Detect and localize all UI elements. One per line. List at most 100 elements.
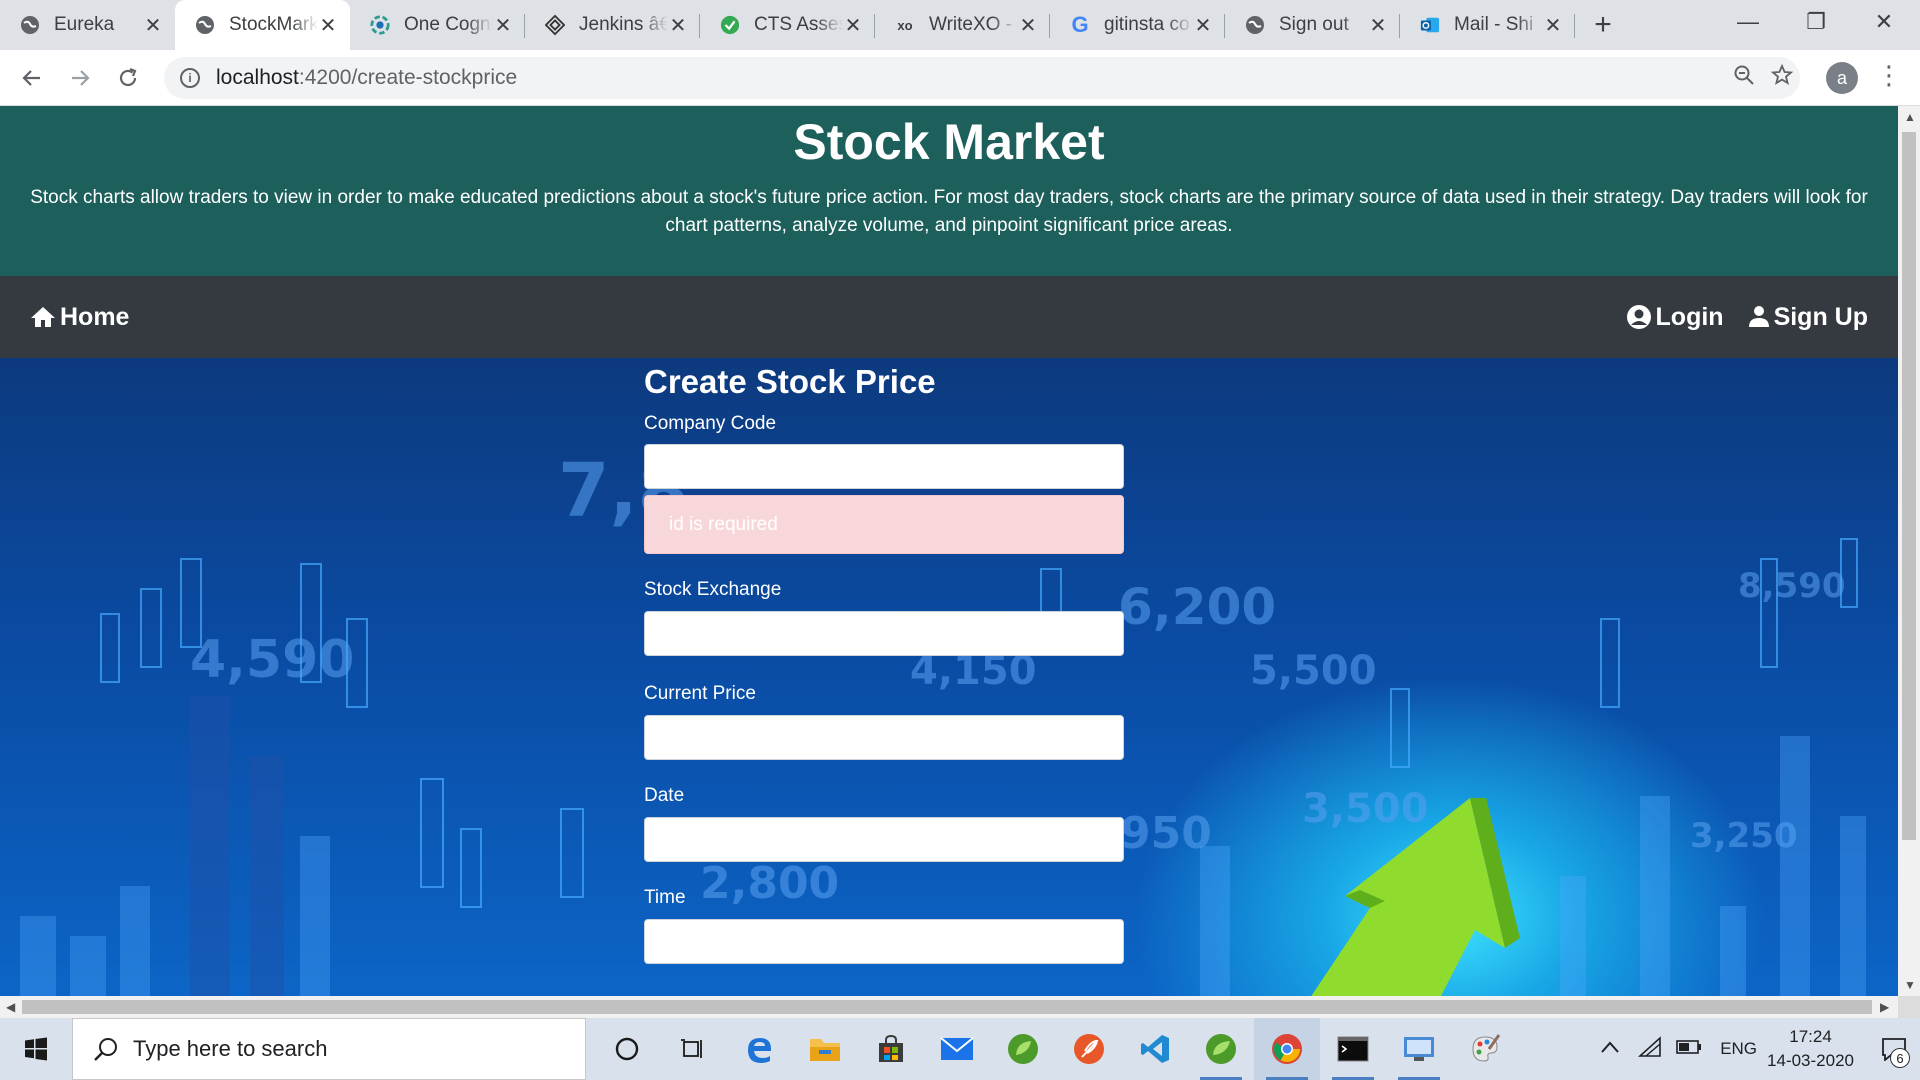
horizontal-scrollbar[interactable]: ◀ ▶ [0,996,1898,1018]
background-number: 5,500 [1250,648,1377,694]
xo-icon: xo [897,17,913,33]
address-bar[interactable]: i localhost:4200/create-stockprice [164,57,1800,99]
close-icon[interactable]: ✕ [143,13,163,38]
taskbar-search-box[interactable]: Type here to search [72,1018,586,1080]
close-icon[interactable]: ✕ [1543,13,1563,38]
tab-jenkins[interactable]: Jenkins â€ ✕ [525,0,700,50]
menu-dots-icon[interactable]: ⋮ [1876,60,1902,91]
cortana-icon[interactable] [594,1018,660,1080]
vscode-icon[interactable] [1122,1018,1188,1080]
close-icon[interactable]: ✕ [318,13,338,38]
check-icon [720,15,740,35]
minimize-button[interactable]: — [1714,0,1782,44]
info-icon[interactable]: i [180,68,200,88]
chrome-icon[interactable] [1254,1018,1320,1080]
window-close-button[interactable]: ✕ [1850,0,1918,44]
date-input[interactable] [644,817,1124,862]
nav-signup-label: Sign Up [1773,302,1868,331]
green-up-arrow-graphic [1311,798,1520,996]
tab-gitinsta[interactable]: G gitinsta co ✕ [1050,0,1225,50]
nav-signup-link[interactable]: Sign Up [1748,303,1868,332]
bookmark-star-icon[interactable] [1770,63,1794,94]
terminal-icon[interactable] [1320,1018,1386,1080]
close-icon[interactable]: ✕ [843,13,863,38]
jenkins-icon [545,14,565,36]
mail-icon[interactable] [924,1018,990,1080]
clock-time: 17:24 [1789,1027,1832,1046]
zoom-icon[interactable] [1732,63,1756,94]
wifi-icon[interactable] [1638,1035,1662,1063]
search-placeholder: Type here to search [133,1036,328,1061]
scroll-right-icon[interactable]: ▶ [1880,1000,1889,1014]
page-header: Stock Market Stock charts allow traders … [0,106,1898,276]
browser-toolbar: i localhost:4200/create-stockprice a ⋮ [0,50,1920,106]
horizontal-scroll-thumb[interactable] [22,1000,1872,1014]
spring-tool-icon[interactable] [990,1018,1056,1080]
spring-boot-icon[interactable] [1188,1018,1254,1080]
background-number: 8,590 [1738,566,1846,606]
task-view-icon[interactable] [660,1018,726,1080]
background-number: 4,590 [190,630,355,690]
tab-one-cognizant[interactable]: One Cognizant ✕ [350,0,525,50]
close-icon[interactable]: ✕ [493,13,513,38]
file-explorer-icon[interactable] [792,1018,858,1080]
chevron-up-icon[interactable] [1600,1039,1620,1059]
close-icon[interactable]: ✕ [1193,13,1213,38]
new-tab-button[interactable]: + [1583,0,1623,50]
vertical-scroll-thumb[interactable] [1902,132,1916,840]
tab-sign-out[interactable]: Sign out ✕ [1225,0,1400,50]
tab-stockmarket[interactable]: StockMarket ✕ [175,0,350,50]
account-circle-icon [1626,305,1651,329]
current-price-input[interactable] [644,715,1124,760]
windows-taskbar: Type here to search ENG 17:24 14-03-2020… [0,1018,1920,1080]
nav-home-link[interactable]: Home [30,303,129,332]
page-description: Stock charts allow traders to view in or… [30,187,1868,236]
tab-cts-assessment[interactable]: CTS Assessment ✕ [700,0,875,50]
background-number: 950 [1120,808,1212,859]
nav-login-label: Login [1655,302,1724,331]
edge-icon[interactable] [726,1018,792,1080]
scroll-left-icon[interactable]: ◀ [6,1000,15,1014]
battery-icon[interactable] [1676,1039,1702,1060]
company-code-input[interactable] [644,444,1124,489]
feather-icon[interactable] [1056,1018,1122,1080]
clock-date: 14-03-2020 [1767,1051,1854,1070]
reload-button[interactable] [108,58,148,98]
scroll-up-icon[interactable]: ▲ [1904,110,1916,124]
url-text: localhost:4200/create-stockprice [216,66,518,89]
company-code-error-alert: id is required [644,495,1124,554]
tab-title: One Cognizant [404,14,493,35]
back-button[interactable] [12,58,52,98]
outlook-icon [1420,15,1440,35]
background-number: 6,200 [1118,578,1277,636]
restore-button[interactable]: ❐ [1782,0,1850,44]
action-center-button[interactable]: 6 [1868,1018,1920,1080]
language-indicator[interactable]: ENG [1720,1039,1757,1059]
top-navbar: Home Login Sign Up [0,276,1898,358]
current-price-label: Current Price [644,683,756,704]
create-stock-price-form: Create Stock Price Company Code id is re… [644,358,1124,964]
page-title: Stock Market [793,114,1105,170]
tab-title: Sign out [1279,14,1349,35]
system-clock[interactable]: 17:24 14-03-2020 [1767,1025,1854,1073]
tab-eureka[interactable]: Eureka ✕ [0,0,175,50]
globe-icon [20,15,40,35]
scroll-down-icon[interactable]: ▼ [1904,978,1916,992]
close-icon[interactable]: ✕ [1018,13,1038,38]
forward-button[interactable] [60,58,100,98]
stock-exchange-input[interactable] [644,611,1124,656]
tab-title: WriteXO - [929,14,1013,35]
tab-writexo[interactable]: xo WriteXO - ✕ [875,0,1050,50]
time-input[interactable] [644,919,1124,964]
paint-icon[interactable] [1452,1018,1518,1080]
tab-mail[interactable]: Mail - Shi ✕ [1400,0,1575,50]
reload-icon [119,67,137,87]
store-icon[interactable] [858,1018,924,1080]
vertical-scrollbar[interactable]: ▲ ▼ [1898,106,1920,996]
close-icon[interactable]: ✕ [668,13,688,38]
profile-avatar[interactable]: a [1826,62,1858,94]
close-icon[interactable]: ✕ [1368,13,1388,38]
remote-desktop-icon[interactable] [1386,1018,1452,1080]
start-button[interactable] [0,1018,72,1080]
nav-login-link[interactable]: Login [1626,303,1724,332]
